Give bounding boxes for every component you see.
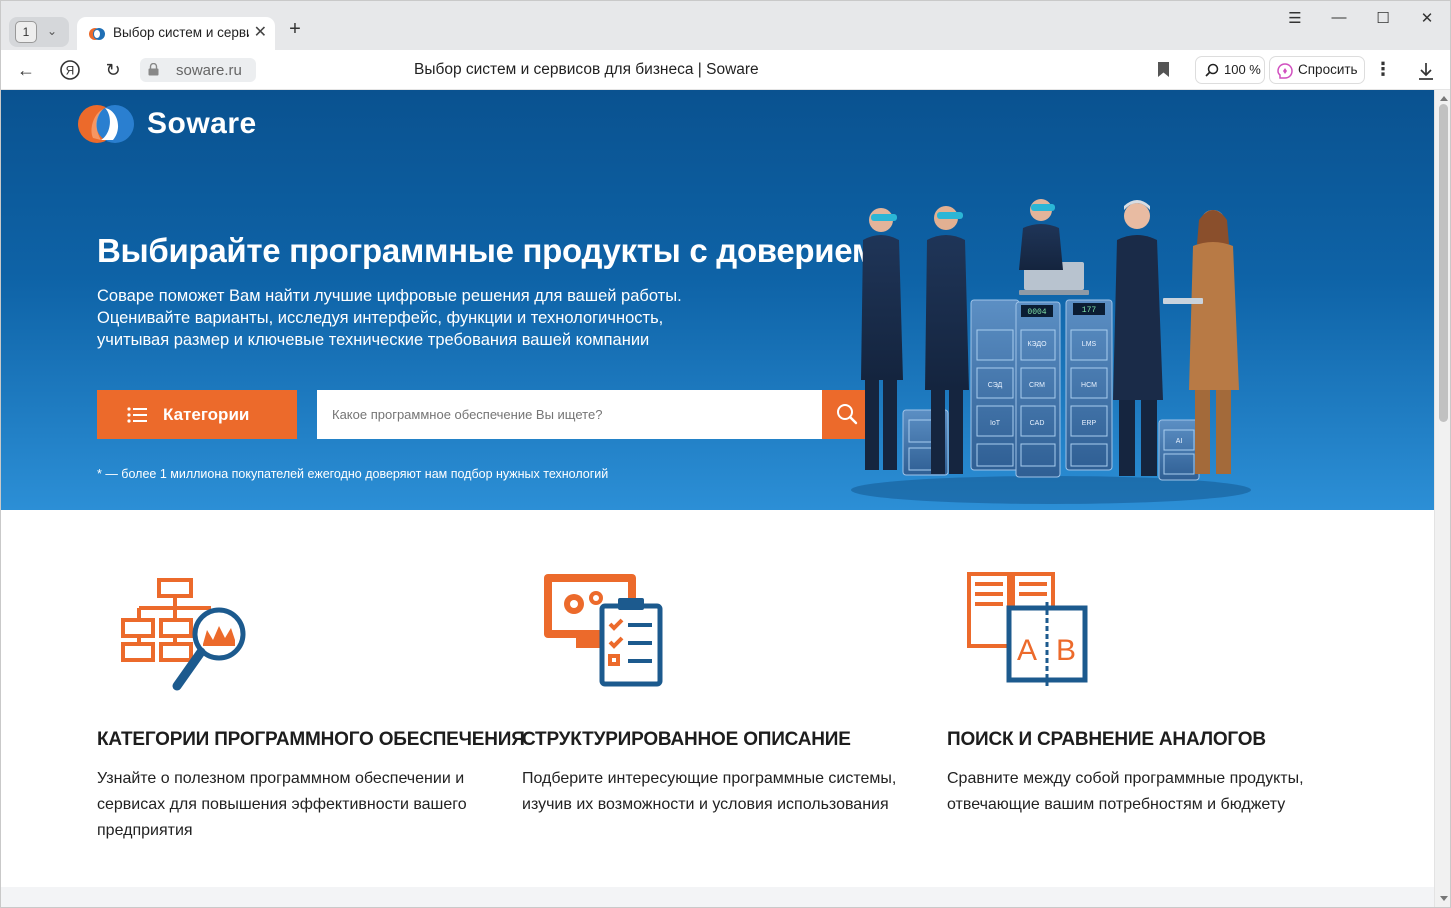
address-toolbar: ← Я ↻ soware.ru Выбор систем и сервисов … bbox=[1, 50, 1450, 90]
feature-title: КАТЕГОРИИ ПРОГРАММНОГО ОБЕСПЕЧЕНИЯ bbox=[97, 729, 525, 750]
soware-favicon-icon bbox=[89, 28, 105, 40]
scrollbar-thumb[interactable] bbox=[1439, 104, 1448, 422]
more-menu-icon[interactable]: ⋮ bbox=[1374, 58, 1392, 82]
cabinet-label: ERP bbox=[1082, 420, 1097, 427]
categories-button[interactable]: Категории bbox=[97, 390, 297, 439]
feature-title: СТРУКТУРИРОВАННОЕ ОПИСАНИЕ bbox=[522, 729, 851, 750]
address-bar[interactable]: soware.ru bbox=[140, 58, 256, 82]
close-tab-icon[interactable]: ✕ bbox=[254, 22, 267, 42]
hero-banner: Soware Выбирайте программные продукты с … bbox=[1, 90, 1434, 510]
address-host: soware.ru bbox=[176, 62, 242, 79]
zoom-icon bbox=[1205, 63, 1219, 77]
cabinet-label: СЭД bbox=[988, 382, 1003, 389]
lock-icon bbox=[148, 63, 159, 76]
categories-search-icon bbox=[121, 578, 246, 691]
list-icon bbox=[127, 407, 147, 423]
new-tab-button[interactable]: + bbox=[283, 18, 307, 42]
svg-text:A: A bbox=[1017, 634, 1037, 667]
minimize-icon[interactable]: — bbox=[1324, 9, 1354, 26]
logo-text: Soware bbox=[147, 107, 257, 140]
categories-label: Категории bbox=[163, 405, 250, 424]
ask-label: Спросить bbox=[1298, 62, 1358, 77]
zoom-button[interactable]: 100 % bbox=[1195, 56, 1265, 84]
zoom-level: 100 % bbox=[1224, 62, 1261, 77]
cabinet-label: CRM bbox=[1029, 382, 1045, 389]
svg-text:B: B bbox=[1056, 634, 1076, 667]
browser-window: 1 ⌄ Выбор систем и серви ✕ + ☰ — ☐ ✕ ← Я… bbox=[0, 0, 1451, 908]
scroll-up-icon[interactable] bbox=[1440, 96, 1448, 101]
cabinet-label: LMS bbox=[1082, 341, 1097, 348]
structured-description-icon bbox=[544, 574, 663, 687]
back-icon[interactable]: ← bbox=[14, 58, 38, 82]
feature-text: Подберите интересующие программные систе… bbox=[522, 770, 897, 813]
features-section: КАТЕГОРИИ ПРОГРАММНОГО ОБЕСПЕЧЕНИЯ Узнай… bbox=[1, 510, 1434, 890]
cabinet-label: CAD bbox=[1030, 420, 1045, 427]
menu-icon[interactable]: ☰ bbox=[1280, 9, 1310, 27]
hero-illustration: 0004 177 КЭДО LMS СЭД CRM HCM IoT CAD ER… bbox=[851, 199, 1251, 504]
page-scrollbar[interactable] bbox=[1434, 90, 1450, 907]
scroll-down-icon[interactable] bbox=[1440, 896, 1448, 901]
soware-logo-icon bbox=[78, 105, 134, 143]
active-tab[interactable]: Выбор систем и серви ✕ bbox=[77, 17, 275, 50]
feature-text: Сравните между собой программные продукт… bbox=[947, 770, 1304, 813]
close-window-icon[interactable]: ✕ bbox=[1412, 9, 1442, 27]
yandex-icon[interactable]: Я bbox=[58, 58, 82, 82]
bookmark-icon[interactable] bbox=[1158, 62, 1169, 77]
reload-icon[interactable]: ↻ bbox=[101, 58, 125, 82]
tab-counter-button[interactable]: 1 ⌄ bbox=[9, 17, 69, 47]
svg-text:Я: Я bbox=[66, 64, 75, 78]
tab-title: Выбор систем и серви bbox=[113, 25, 249, 40]
tab-strip: 1 ⌄ Выбор систем и серви ✕ + ☰ — ☐ ✕ bbox=[1, 1, 1450, 50]
chevron-down-icon[interactable]: ⌄ bbox=[47, 24, 57, 38]
ask-button[interactable]: Спросить bbox=[1269, 56, 1365, 84]
alice-ai-icon bbox=[1277, 63, 1293, 79]
feature-title: ПОИСК И СРАВНЕНИЕ АНАЛОГОВ bbox=[947, 729, 1266, 750]
cabinet-label: IoT bbox=[990, 420, 1001, 427]
hero-description-line: Оценивайте варианты, исследуя интерфейс,… bbox=[97, 309, 664, 327]
cabinet-display: 177 bbox=[1082, 306, 1097, 315]
hero-description-line: учитывая размер и ключевые технические т… bbox=[97, 331, 650, 349]
tab-count: 1 bbox=[15, 21, 37, 43]
next-section-peek bbox=[1, 887, 1434, 907]
feature-text: Узнайте о полезном программном обеспечен… bbox=[97, 770, 467, 839]
maximize-icon[interactable]: ☐ bbox=[1368, 9, 1398, 27]
hero-title: Выбирайте программные продукты с доверие… bbox=[97, 232, 889, 269]
download-icon[interactable] bbox=[1414, 59, 1438, 83]
compare-analogs-icon: A B bbox=[967, 572, 1088, 686]
hero-footnote: * — более 1 миллиона покупателей ежегодн… bbox=[97, 467, 609, 481]
cabinet-label: HCM bbox=[1081, 382, 1097, 389]
hero-description: Соваре поможет Вам найти лучшие цифровые… bbox=[97, 285, 682, 351]
hero-description-line: Соваре поможет Вам найти лучшие цифровые… bbox=[97, 287, 682, 305]
cabinet-display: 0004 bbox=[1027, 308, 1046, 317]
page-title: Выбор систем и сервисов для бизнеса | So… bbox=[414, 61, 759, 78]
search-input[interactable] bbox=[317, 390, 823, 439]
cabinet-label: AI bbox=[1176, 438, 1183, 445]
cabinet-label: КЭДО bbox=[1027, 341, 1047, 348]
